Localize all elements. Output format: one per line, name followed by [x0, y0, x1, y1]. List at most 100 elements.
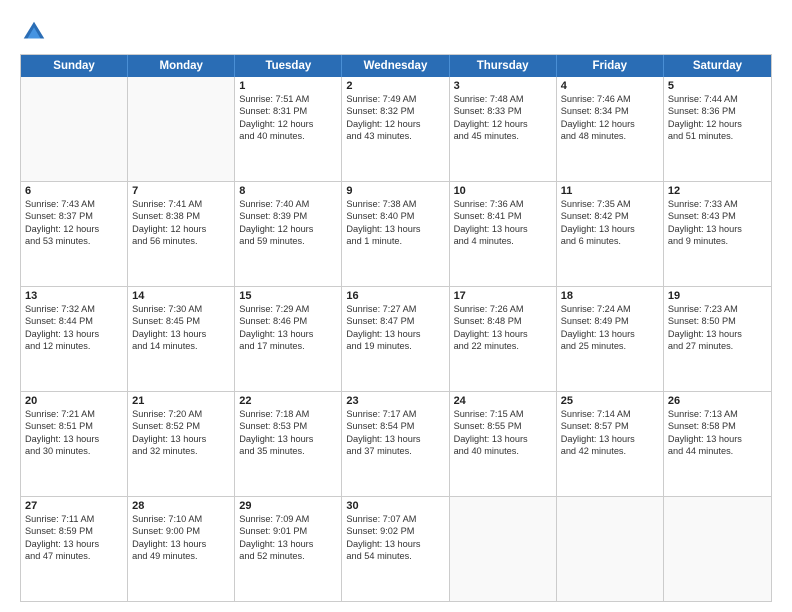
calendar-cell: 16Sunrise: 7:27 AMSunset: 8:47 PMDayligh…	[342, 287, 449, 391]
cell-line: Daylight: 13 hours	[132, 328, 230, 340]
cell-line: Daylight: 13 hours	[132, 538, 230, 550]
cell-line: Sunset: 8:57 PM	[561, 420, 659, 432]
cell-line: Daylight: 12 hours	[239, 223, 337, 235]
cell-line: Sunrise: 7:21 AM	[25, 408, 123, 420]
cell-line: and 30 minutes.	[25, 445, 123, 457]
cell-line: and 35 minutes.	[239, 445, 337, 457]
cell-line: Sunset: 8:50 PM	[668, 315, 767, 327]
cell-line: Sunset: 8:59 PM	[25, 525, 123, 537]
cell-line: Sunrise: 7:07 AM	[346, 513, 444, 525]
calendar-cell: 30Sunrise: 7:07 AMSunset: 9:02 PMDayligh…	[342, 497, 449, 601]
header-day-wednesday: Wednesday	[342, 55, 449, 77]
header-day-monday: Monday	[128, 55, 235, 77]
cell-line: Sunrise: 7:44 AM	[668, 93, 767, 105]
day-number: 28	[132, 500, 230, 512]
cell-line: Sunrise: 7:27 AM	[346, 303, 444, 315]
cell-line: Daylight: 13 hours	[561, 433, 659, 445]
logo	[20, 18, 52, 46]
cell-line: and 1 minute.	[346, 235, 444, 247]
calendar-cell: 17Sunrise: 7:26 AMSunset: 8:48 PMDayligh…	[450, 287, 557, 391]
calendar-cell: 8Sunrise: 7:40 AMSunset: 8:39 PMDaylight…	[235, 182, 342, 286]
cell-line: Daylight: 12 hours	[561, 118, 659, 130]
cell-line: and 43 minutes.	[346, 130, 444, 142]
cell-line: and 40 minutes.	[239, 130, 337, 142]
cell-line: Sunrise: 7:38 AM	[346, 198, 444, 210]
cell-line: Sunset: 8:43 PM	[668, 210, 767, 222]
cell-line: and 17 minutes.	[239, 340, 337, 352]
calendar-cell: 29Sunrise: 7:09 AMSunset: 9:01 PMDayligh…	[235, 497, 342, 601]
cell-line: Sunset: 8:38 PM	[132, 210, 230, 222]
calendar-cell: 19Sunrise: 7:23 AMSunset: 8:50 PMDayligh…	[664, 287, 771, 391]
cell-line: Daylight: 12 hours	[346, 118, 444, 130]
calendar-cell: 28Sunrise: 7:10 AMSunset: 9:00 PMDayligh…	[128, 497, 235, 601]
header-day-friday: Friday	[557, 55, 664, 77]
day-number: 17	[454, 290, 552, 302]
cell-line: Daylight: 13 hours	[25, 538, 123, 550]
calendar-cell: 24Sunrise: 7:15 AMSunset: 8:55 PMDayligh…	[450, 392, 557, 496]
cell-line: Sunrise: 7:35 AM	[561, 198, 659, 210]
cell-line: Sunset: 8:51 PM	[25, 420, 123, 432]
cell-line: and 47 minutes.	[25, 550, 123, 562]
cell-line: and 9 minutes.	[668, 235, 767, 247]
day-number: 1	[239, 80, 337, 92]
cell-line: Sunrise: 7:13 AM	[668, 408, 767, 420]
calendar-cell: 15Sunrise: 7:29 AMSunset: 8:46 PMDayligh…	[235, 287, 342, 391]
day-number: 23	[346, 395, 444, 407]
cell-line: Daylight: 13 hours	[346, 433, 444, 445]
day-number: 2	[346, 80, 444, 92]
day-number: 13	[25, 290, 123, 302]
cell-line: and 59 minutes.	[239, 235, 337, 247]
calendar-cell: 7Sunrise: 7:41 AMSunset: 8:38 PMDaylight…	[128, 182, 235, 286]
cell-line: Sunrise: 7:09 AM	[239, 513, 337, 525]
day-number: 15	[239, 290, 337, 302]
cell-line: Daylight: 13 hours	[239, 538, 337, 550]
calendar-cell: 27Sunrise: 7:11 AMSunset: 8:59 PMDayligh…	[21, 497, 128, 601]
cell-line: and 37 minutes.	[346, 445, 444, 457]
cell-line: Daylight: 12 hours	[668, 118, 767, 130]
cell-line: and 4 minutes.	[454, 235, 552, 247]
day-number: 12	[668, 185, 767, 197]
cell-line: Sunset: 8:47 PM	[346, 315, 444, 327]
cell-line: and 48 minutes.	[561, 130, 659, 142]
cell-line: and 42 minutes.	[561, 445, 659, 457]
cell-line: Daylight: 12 hours	[132, 223, 230, 235]
cell-line: Sunrise: 7:48 AM	[454, 93, 552, 105]
cell-line: and 54 minutes.	[346, 550, 444, 562]
header-day-thursday: Thursday	[450, 55, 557, 77]
cell-line: and 40 minutes.	[454, 445, 552, 457]
cell-line: and 45 minutes.	[454, 130, 552, 142]
cell-line: Sunrise: 7:20 AM	[132, 408, 230, 420]
header-day-sunday: Sunday	[21, 55, 128, 77]
cell-line: and 49 minutes.	[132, 550, 230, 562]
cell-line: Daylight: 13 hours	[239, 433, 337, 445]
cell-line: Sunset: 8:42 PM	[561, 210, 659, 222]
day-number: 3	[454, 80, 552, 92]
calendar-cell: 9Sunrise: 7:38 AMSunset: 8:40 PMDaylight…	[342, 182, 449, 286]
logo-icon	[20, 18, 48, 46]
cell-line: Daylight: 12 hours	[454, 118, 552, 130]
cell-line: and 51 minutes.	[668, 130, 767, 142]
cell-line: Sunset: 8:46 PM	[239, 315, 337, 327]
day-number: 11	[561, 185, 659, 197]
day-number: 18	[561, 290, 659, 302]
cell-line: Sunset: 8:58 PM	[668, 420, 767, 432]
cell-line: Daylight: 13 hours	[668, 223, 767, 235]
cell-line: Sunrise: 7:36 AM	[454, 198, 552, 210]
cell-line: Daylight: 13 hours	[346, 328, 444, 340]
header-day-tuesday: Tuesday	[235, 55, 342, 77]
cell-line: Daylight: 12 hours	[25, 223, 123, 235]
calendar-cell: 5Sunrise: 7:44 AMSunset: 8:36 PMDaylight…	[664, 77, 771, 181]
calendar-cell: 23Sunrise: 7:17 AMSunset: 8:54 PMDayligh…	[342, 392, 449, 496]
day-number: 22	[239, 395, 337, 407]
header	[20, 18, 772, 46]
cell-line: Sunset: 9:02 PM	[346, 525, 444, 537]
day-number: 7	[132, 185, 230, 197]
day-number: 4	[561, 80, 659, 92]
day-number: 27	[25, 500, 123, 512]
calendar-cell: 11Sunrise: 7:35 AMSunset: 8:42 PMDayligh…	[557, 182, 664, 286]
calendar-cell: 6Sunrise: 7:43 AMSunset: 8:37 PMDaylight…	[21, 182, 128, 286]
cell-line: Sunrise: 7:17 AM	[346, 408, 444, 420]
calendar: SundayMondayTuesdayWednesdayThursdayFrid…	[20, 54, 772, 602]
day-number: 24	[454, 395, 552, 407]
cell-line: Sunrise: 7:33 AM	[668, 198, 767, 210]
